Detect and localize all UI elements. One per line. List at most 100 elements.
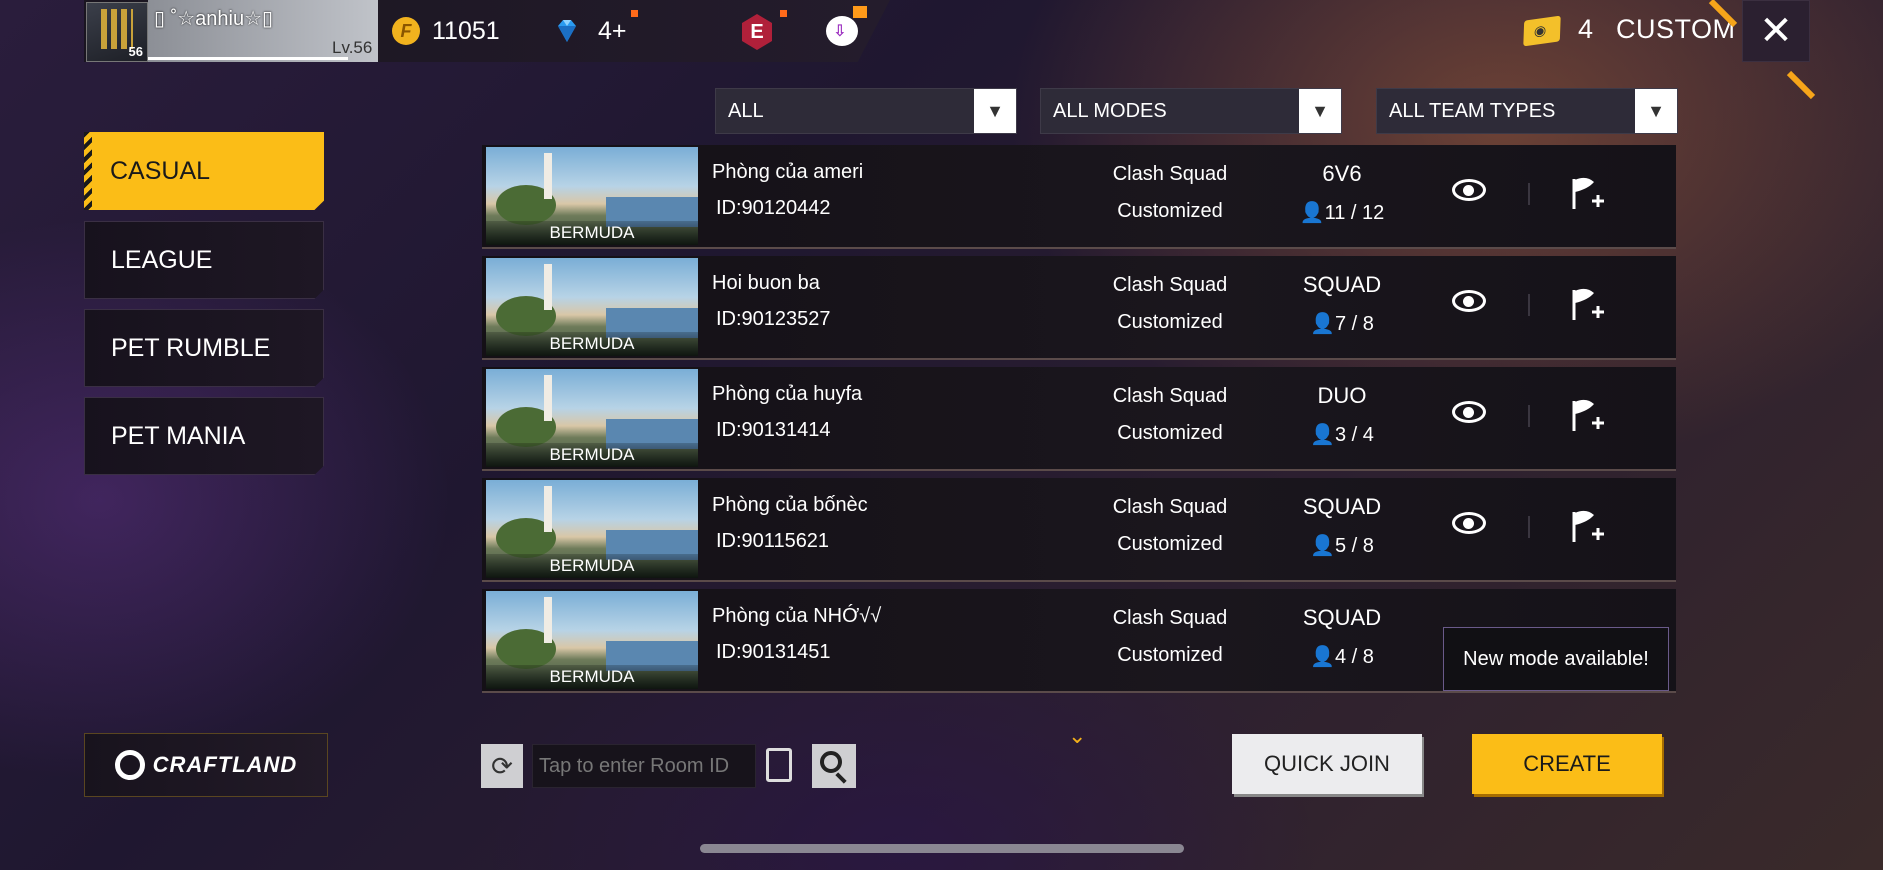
diamond-icon [558, 20, 576, 42]
room-id: ID:90120442 [716, 197, 831, 219]
region-filter-value: ALL [728, 99, 764, 122]
flag-plus-icon[interactable] [1568, 397, 1608, 435]
person-icon: 👤 [1310, 313, 1335, 335]
room-mode: Clash Squad [1112, 607, 1228, 629]
gift-icon [853, 6, 867, 18]
room-type: Customized [1117, 533, 1223, 555]
refresh-button[interactable]: ⟳ [481, 744, 523, 788]
room-team-type: SQUAD [1302, 494, 1382, 519]
room-mode: Clash Squad [1112, 163, 1228, 185]
room-id: ID:90131414 [716, 419, 831, 441]
map-thumbnail: BERMUDA [486, 369, 698, 467]
craftland-gear-icon [114, 750, 145, 780]
divider [1528, 405, 1530, 427]
close-button[interactable]: ✕ [1742, 0, 1810, 62]
room-player-count: 👤7 / 8 [1310, 313, 1374, 335]
room-name: Phòng của huyfa [712, 383, 863, 405]
eye-icon[interactable] [1452, 401, 1486, 423]
room-name: Phòng của bốnèc [712, 494, 868, 516]
room-id: ID:90115621 [716, 530, 830, 552]
player-name: ▯ ˚☆anhiu☆▯ [154, 8, 274, 30]
room-card-icon: ◉ [1523, 15, 1561, 47]
room-id: ID:90123527 [716, 308, 831, 330]
room-type: Customized [1117, 422, 1223, 444]
gold-coin-count: 11051 [432, 17, 500, 45]
page-title: CUSTOM [1616, 14, 1736, 44]
team-types-filter-dropdown[interactable]: ALL TEAM TYPES ▼ [1376, 88, 1678, 134]
close-icon: ✕ [1759, 9, 1793, 53]
flag-plus-icon[interactable] [1568, 508, 1608, 546]
tab-pet-mania[interactable]: PET MANIA [84, 397, 324, 475]
room-mode: Clash Squad [1112, 274, 1228, 296]
player-avatar[interactable]: 56 [86, 2, 148, 62]
region-filter-dropdown[interactable]: ALL ▼ [715, 88, 1017, 134]
chevron-down-icon[interactable]: ⌄ [1068, 723, 1086, 749]
room-player-count: 👤3 / 4 [1310, 424, 1374, 446]
room-name: Phòng của ameri [712, 161, 864, 183]
avatar-level: 56 [128, 44, 143, 59]
gold-coin-icon: F [392, 17, 420, 45]
flag-plus-icon[interactable] [1568, 286, 1608, 324]
create-button[interactable]: CREATE [1472, 734, 1662, 794]
clipboard-icon[interactable] [766, 748, 792, 782]
rank-emblem-icon [101, 9, 133, 49]
room-row[interactable]: BERMUDA Phòng của huyfa ID:90131414 Clas… [482, 367, 1676, 471]
room-player-count: 👤4 / 8 [1310, 646, 1374, 668]
xp-progress-bar [148, 57, 348, 60]
map-name: BERMUDA [486, 443, 698, 467]
map-thumbnail: BERMUDA [486, 480, 698, 578]
quick-join-button[interactable]: QUICK JOIN [1232, 734, 1422, 794]
craftland-label: CRAFTLAND [152, 752, 298, 777]
decor-stripe [1786, 70, 1816, 100]
room-team-type: 6V6 [1322, 161, 1362, 186]
room-row[interactable]: BERMUDA Phòng của bốnèc ID:90115621 Clas… [482, 478, 1676, 582]
chevron-down-icon: ▼ [1635, 89, 1677, 133]
person-icon: 👤 [1310, 424, 1335, 446]
divider [1528, 183, 1530, 205]
modes-filter-dropdown[interactable]: ALL MODES ▼ [1040, 88, 1342, 134]
room-id-input[interactable] [532, 744, 756, 788]
room-row[interactable]: BERMUDA Phòng của ameri ID:90120442 Clas… [482, 145, 1676, 249]
room-team-type: DUO [1317, 383, 1367, 408]
player-level: Lv.56 [332, 38, 373, 57]
elite-notification-dot [780, 10, 787, 17]
room-row[interactable]: BERMUDA Hoi buon ba ID:90123527 Clash Sq… [482, 256, 1676, 360]
map-name: BERMUDA [486, 332, 698, 356]
refresh-icon: ⟳ [491, 751, 513, 781]
flag-plus-icon[interactable] [1568, 175, 1608, 213]
room-team-type: SQUAD [1302, 605, 1382, 630]
divider [1528, 516, 1530, 538]
diamond-count[interactable]: 4+ [598, 17, 627, 46]
map-thumbnail: BERMUDA [486, 591, 698, 689]
map-thumbnail: BERMUDA [486, 147, 698, 245]
room-name: Hoi buon ba [712, 272, 820, 294]
search-button[interactable] [812, 744, 856, 788]
eye-icon[interactable] [1452, 179, 1486, 201]
divider [1528, 294, 1530, 316]
tab-league[interactable]: LEAGUE [84, 221, 324, 299]
map-name: BERMUDA [486, 554, 698, 578]
diamond-notification-dot [631, 10, 638, 17]
room-type: Customized [1117, 200, 1223, 222]
room-player-count: 👤5 / 8 [1310, 535, 1374, 557]
person-icon: 👤 [1310, 535, 1335, 557]
craftland-button[interactable]: CRAFTLAND [84, 733, 328, 797]
home-indicator[interactable] [700, 844, 1184, 853]
tab-casual[interactable]: CASUAL [84, 132, 324, 210]
modes-filter-value: ALL MODES [1053, 99, 1167, 122]
room-name: Phòng của NHỚ√√ [712, 605, 882, 627]
eye-icon[interactable] [1452, 512, 1486, 534]
person-icon: 👤 [1310, 646, 1335, 668]
eye-icon[interactable] [1452, 290, 1486, 312]
map-thumbnail: BERMUDA [486, 258, 698, 356]
room-card-count: 4 [1578, 14, 1594, 44]
room-mode: Clash Squad [1112, 496, 1228, 518]
map-name: BERMUDA [486, 221, 698, 245]
map-name: BERMUDA [486, 665, 698, 689]
tab-pet-rumble[interactable]: PET RUMBLE [84, 309, 324, 387]
chevron-down-icon: ▼ [974, 89, 1016, 133]
room-player-count: 👤11 / 12 [1299, 202, 1385, 224]
room-mode: Clash Squad [1112, 385, 1228, 407]
room-type: Customized [1117, 311, 1223, 333]
cloud-icon[interactable]: ⇩ [826, 16, 858, 46]
